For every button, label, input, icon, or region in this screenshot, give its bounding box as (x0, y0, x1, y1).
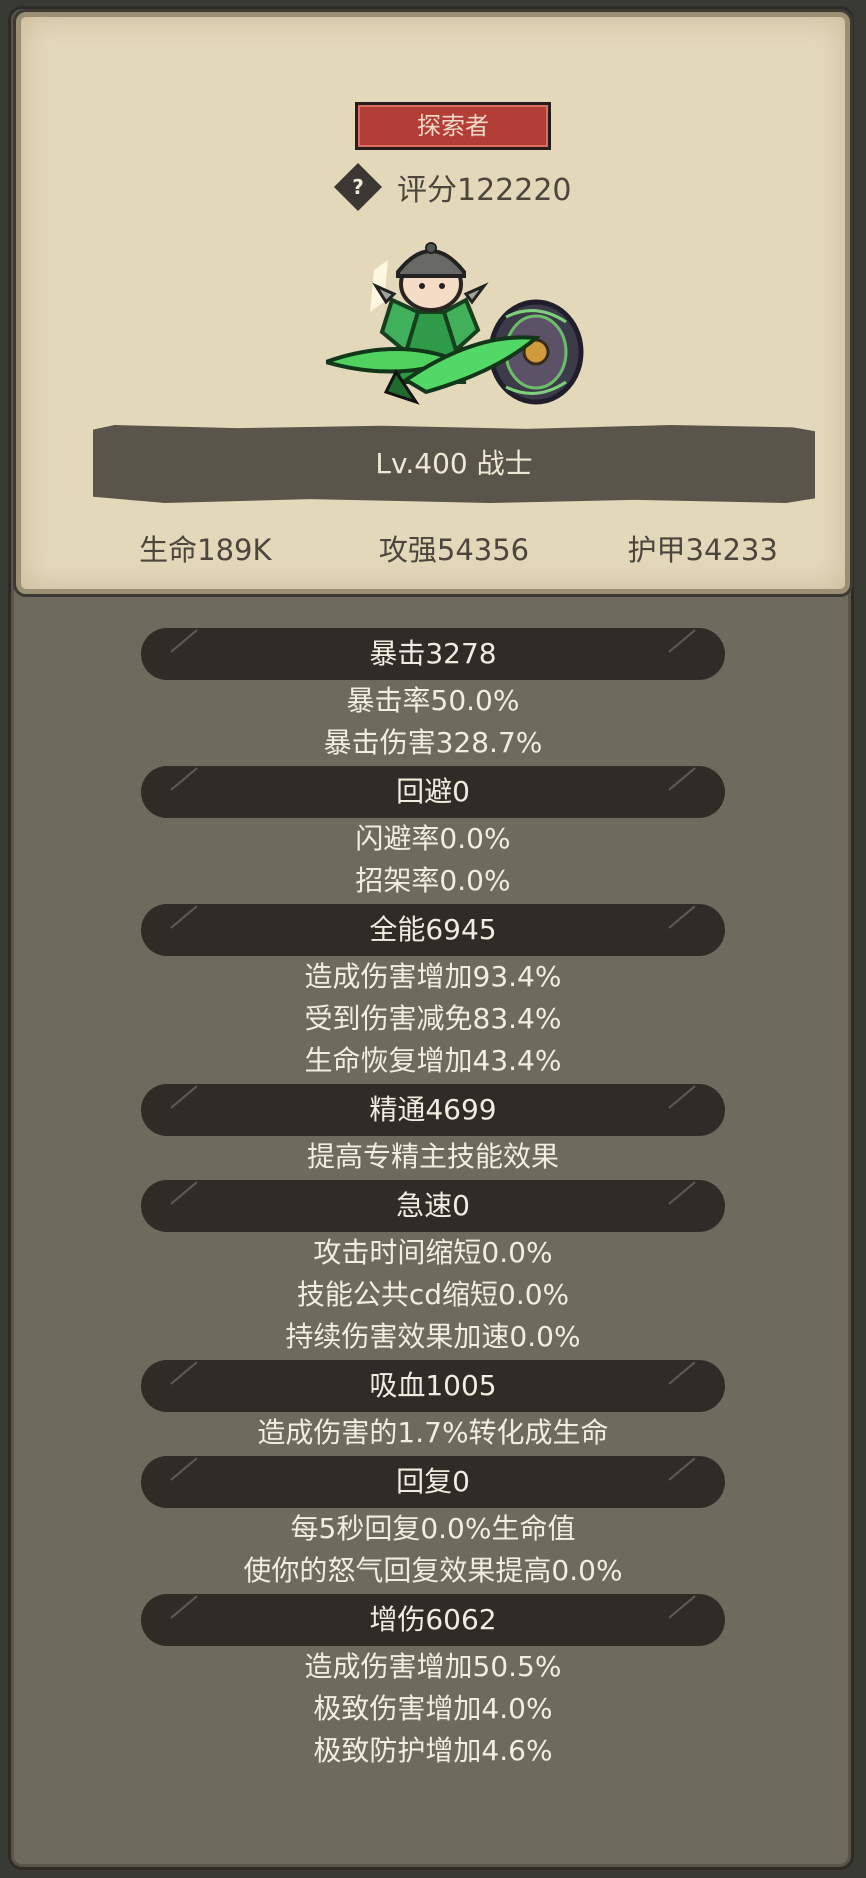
section-title: 吸血1005 (141, 1360, 725, 1412)
stat-section: 回避0 闪避率0.0% 招架率0.0% (0, 766, 866, 902)
score-row: ? 评分122220 (333, 162, 572, 212)
section-title: 回避0 (141, 766, 725, 818)
score-text: 评分122220 (397, 173, 572, 208)
armor-stat: 护甲34233 (627, 533, 778, 567)
hp-stat: 生命189K (139, 533, 272, 567)
section-title: 急速0 (141, 1180, 725, 1232)
attack-stat: 攻强54356 (378, 533, 530, 567)
stat-line: 每5秒回复0.0%生命值 (290, 1512, 576, 1545)
stat-line: 造成伤害的1.7%转化成生命 (257, 1416, 609, 1449)
stat-section: 精通4699 提高专精主技能效果 (0, 1084, 866, 1178)
stat-line: 招架率0.0% (355, 864, 511, 897)
section-title: 精通4699 (141, 1084, 725, 1136)
section-title: 增伤6062 (141, 1594, 725, 1646)
section-title: 暴击3278 (141, 628, 725, 680)
stat-line: 技能公共cd缩短0.0% (296, 1278, 570, 1311)
section-title: 全能6945 (141, 904, 725, 956)
stat-line: 极致防护增加4.6% (313, 1734, 553, 1767)
warrior-avatar (326, 242, 584, 405)
stat-section: 增伤6062 造成伤害增加50.5% 极致伤害增加4.0% 极致防护增加4.6% (0, 1594, 866, 1772)
help-icon[interactable]: ? (333, 162, 383, 212)
stat-line: 受到伤害减免83.4% (304, 1002, 562, 1035)
stat-line: 闪避率0.0% (355, 822, 511, 855)
section-title: 回复0 (141, 1456, 725, 1508)
stat-line: 极致伤害增加4.0% (313, 1692, 553, 1725)
secondary-stats: 暴击3278 暴击率50.0% 暴击伤害328.7% 回避0 闪避率0.0% 招… (0, 628, 866, 1772)
stat-section: 回复0 每5秒回复0.0%生命值 使你的怒气回复效果提高0.0% (0, 1456, 866, 1592)
stat-section: 急速0 攻击时间缩短0.0% 技能公共cd缩短0.0% 持续伤害效果加速0.0% (0, 1180, 866, 1358)
stat-section: 暴击3278 暴击率50.0% 暴击伤害328.7% (0, 628, 866, 764)
stat-line: 造成伤害增加50.5% (304, 1650, 562, 1683)
stat-line: 生命恢复增加43.4% (304, 1044, 562, 1077)
primary-stats: 生命189K 攻强54356 护甲34233 (81, 527, 827, 569)
stat-line: 造成伤害增加93.4% (304, 960, 562, 993)
stat-section: 全能6945 造成伤害增加93.4% 受到伤害减免83.4% 生命恢复增加43.… (0, 904, 866, 1082)
stat-line: 持续伤害效果加速0.0% (285, 1320, 581, 1353)
title-badge: 探索者 (355, 102, 551, 150)
character-card: 探索者 ? 评分122220 Lv.400 战士 生命189K 攻强54356 … (13, 9, 853, 597)
stat-line: 使你的怒气回复效果提高0.0% (243, 1554, 623, 1587)
stat-line: 提高专精主技能效果 (306, 1140, 559, 1173)
stat-line: 暴击伤害328.7% (323, 726, 543, 759)
stat-line: 暴击率50.0% (346, 684, 520, 717)
stat-line: 攻击时间缩短0.0% (313, 1236, 553, 1269)
level-class-bar: Lv.400 战士 (93, 425, 815, 503)
stat-section: 吸血1005 造成伤害的1.7%转化成生命 (0, 1360, 866, 1454)
